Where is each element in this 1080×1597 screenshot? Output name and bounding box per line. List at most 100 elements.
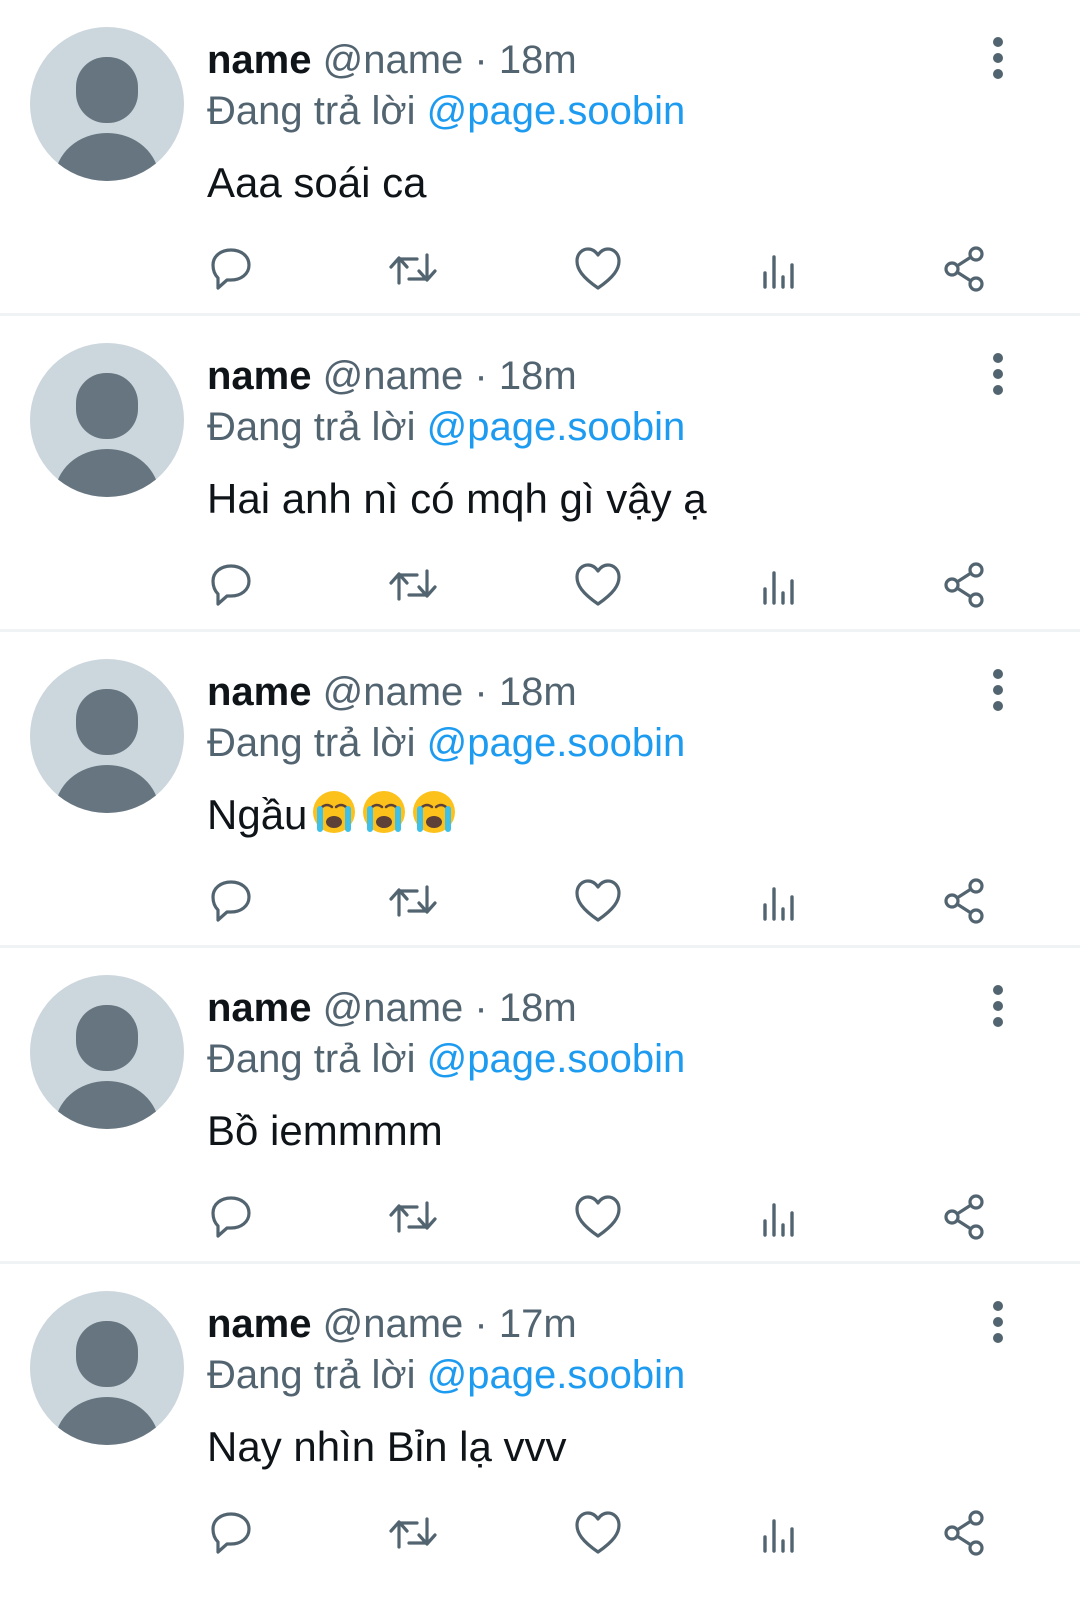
- retweet-button[interactable]: [387, 1191, 439, 1243]
- timestamp[interactable]: · 18m: [474, 670, 576, 714]
- like-button[interactable]: [572, 875, 624, 927]
- avatar[interactable]: [30, 27, 184, 181]
- more-icon: [993, 37, 1003, 79]
- tweet-text: Ngầu: [207, 791, 308, 838]
- more-options-button[interactable]: [978, 982, 1018, 1030]
- share-button[interactable]: [938, 1507, 990, 1559]
- reply-prefix: Đang trả lời: [207, 721, 416, 765]
- reply-feed: name @name · 18m Đang trả lời @page.soob…: [0, 0, 1080, 1577]
- like-icon: [575, 247, 621, 290]
- timestamp[interactable]: · 18m: [474, 986, 576, 1030]
- mention-link[interactable]: @page.soobin: [427, 89, 686, 133]
- tweet-text: Aaa soái ca: [207, 159, 427, 206]
- tweet-text-container: Ngầu: [207, 789, 457, 841]
- mention-link[interactable]: @page.soobin: [427, 721, 686, 765]
- share-icon: [944, 1510, 984, 1556]
- views-button[interactable]: [755, 875, 807, 927]
- replying-to: Đang trả lời @page.soobin: [207, 719, 685, 767]
- avatar[interactable]: [30, 1291, 184, 1445]
- more-icon: [993, 353, 1003, 395]
- share-icon: [944, 878, 984, 924]
- tweet-item[interactable]: name @name · 18m Đang trả lời @page.soob…: [0, 0, 1080, 316]
- like-button[interactable]: [572, 1191, 624, 1243]
- reply-button[interactable]: [205, 559, 257, 611]
- share-button[interactable]: [938, 875, 990, 927]
- tweet-item[interactable]: name @name · 17m Đang trả lời @page.soob…: [0, 1264, 1080, 1577]
- avatar-icon: [55, 1321, 159, 1445]
- more-options-button[interactable]: [978, 350, 1018, 398]
- reply-prefix: Đang trả lời: [207, 89, 416, 133]
- avatar[interactable]: [30, 659, 184, 813]
- crying-face-emoji: [313, 791, 356, 833]
- like-button[interactable]: [572, 243, 624, 295]
- handle[interactable]: @name: [323, 670, 464, 714]
- share-icon: [944, 1194, 984, 1240]
- mention-link[interactable]: @page.soobin: [427, 1353, 686, 1397]
- share-button[interactable]: [938, 559, 990, 611]
- like-icon: [575, 1195, 621, 1238]
- tweet-header: name @name · 18m: [207, 352, 577, 400]
- views-button[interactable]: [755, 559, 807, 611]
- like-icon: [575, 563, 621, 606]
- more-icon: [993, 669, 1003, 711]
- timestamp[interactable]: · 17m: [474, 1302, 576, 1346]
- reply-icon: [211, 564, 251, 606]
- replying-to: Đang trả lời @page.soobin: [207, 1351, 685, 1399]
- handle[interactable]: @name: [323, 38, 464, 82]
- views-button[interactable]: [755, 1507, 807, 1559]
- more-icon: [993, 1301, 1003, 1343]
- handle[interactable]: @name: [323, 1302, 464, 1346]
- like-button[interactable]: [572, 559, 624, 611]
- timestamp[interactable]: · 18m: [474, 354, 576, 398]
- retweet-button[interactable]: [387, 559, 439, 611]
- tweet-text: Hai anh nì có mqh gì vậy ạ: [207, 475, 707, 522]
- tweet-item[interactable]: name @name · 18m Đang trả lời @page.soob…: [0, 948, 1080, 1264]
- tweet-item[interactable]: name @name · 18m Đang trả lời @page.soob…: [0, 632, 1080, 948]
- views-button[interactable]: [755, 1191, 807, 1243]
- views-icon: [763, 1519, 794, 1553]
- timestamp[interactable]: · 18m: [474, 38, 576, 82]
- avatar-icon: [55, 373, 159, 497]
- share-icon: [944, 562, 984, 608]
- share-button[interactable]: [938, 1191, 990, 1243]
- display-name[interactable]: name: [207, 670, 312, 714]
- handle[interactable]: @name: [323, 986, 464, 1030]
- tweet-text: Bồ iemmmm: [207, 1107, 443, 1154]
- retweet-icon: [389, 569, 437, 601]
- display-name[interactable]: name: [207, 986, 312, 1030]
- reply-icon: [211, 880, 251, 922]
- views-icon: [763, 887, 794, 921]
- display-name[interactable]: name: [207, 1302, 312, 1346]
- mention-link[interactable]: @page.soobin: [427, 405, 686, 449]
- more-options-button[interactable]: [978, 666, 1018, 714]
- reply-button[interactable]: [205, 1191, 257, 1243]
- more-options-button[interactable]: [978, 1298, 1018, 1346]
- display-name[interactable]: name: [207, 38, 312, 82]
- action-bar: [0, 1191, 1080, 1243]
- display-name[interactable]: name: [207, 354, 312, 398]
- views-button[interactable]: [755, 243, 807, 295]
- action-bar: [0, 243, 1080, 295]
- reply-icon: [211, 1196, 251, 1238]
- avatar[interactable]: [30, 975, 184, 1129]
- action-bar: [0, 875, 1080, 927]
- avatar[interactable]: [30, 343, 184, 497]
- mention-link[interactable]: @page.soobin: [427, 1037, 686, 1081]
- like-button[interactable]: [572, 1507, 624, 1559]
- retweet-button[interactable]: [387, 1507, 439, 1559]
- action-bar: [0, 1507, 1080, 1559]
- crying-face-emoji: [413, 791, 456, 833]
- more-icon: [993, 985, 1003, 1027]
- reply-button[interactable]: [205, 243, 257, 295]
- tweet-item[interactable]: name @name · 18m Đang trả lời @page.soob…: [0, 316, 1080, 632]
- more-options-button[interactable]: [978, 34, 1018, 82]
- reply-button[interactable]: [205, 875, 257, 927]
- reply-button[interactable]: [205, 1507, 257, 1559]
- share-button[interactable]: [938, 243, 990, 295]
- tweet-text: Nay nhìn Bỉn lạ vvv: [207, 1423, 567, 1470]
- retweet-button[interactable]: [387, 875, 439, 927]
- avatar-icon: [55, 689, 159, 813]
- handle[interactable]: @name: [323, 354, 464, 398]
- retweet-button[interactable]: [387, 243, 439, 295]
- reply-prefix: Đang trả lời: [207, 1353, 416, 1397]
